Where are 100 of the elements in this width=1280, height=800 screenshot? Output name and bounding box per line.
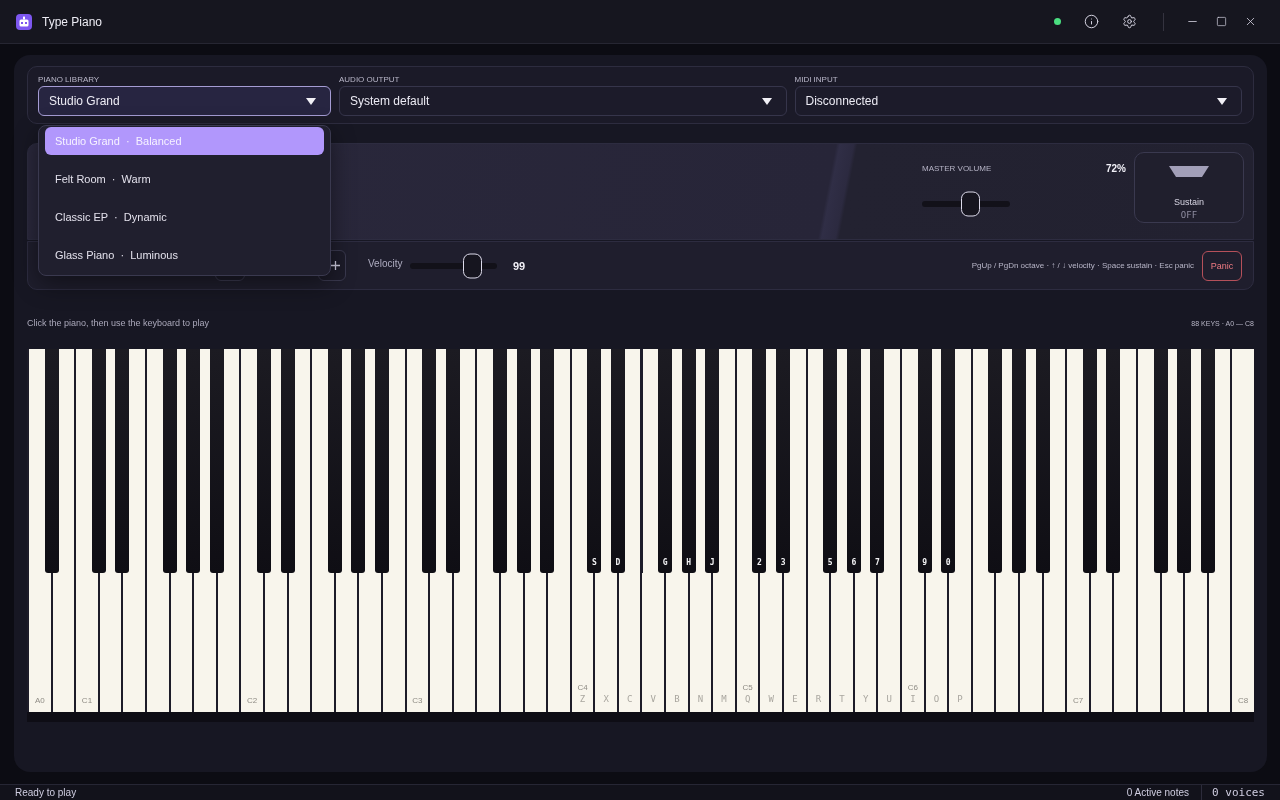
- piano-key[interactable]: [357, 573, 381, 712]
- dropdown-select[interactable]: System default: [339, 86, 787, 116]
- piano-key[interactable]: [192, 573, 216, 712]
- piano-key[interactable]: B: [664, 573, 688, 712]
- sharp-key[interactable]: [1106, 349, 1121, 573]
- sharp-key[interactable]: [351, 349, 366, 573]
- sharp-key[interactable]: 3: [776, 349, 791, 573]
- piano-key[interactable]: M: [711, 573, 735, 712]
- sharp-key[interactable]: [1082, 349, 1097, 573]
- panic-button[interactable]: Panic: [1202, 250, 1242, 281]
- piano-key[interactable]: [428, 573, 452, 712]
- sharp-key[interactable]: [115, 349, 130, 573]
- piano-key[interactable]: C8: [1230, 573, 1254, 712]
- piano-key[interactable]: [380, 573, 405, 712]
- sharp-key[interactable]: [186, 349, 201, 573]
- piano-key[interactable]: C6 I: [900, 573, 924, 712]
- piano-key[interactable]: C4 Z: [569, 573, 594, 712]
- piano-key[interactable]: [522, 573, 547, 712]
- sharp-key[interactable]: [1177, 349, 1192, 573]
- piano-key[interactable]: [451, 573, 476, 712]
- sharp-key[interactable]: [280, 349, 295, 573]
- piano-key[interactable]: W: [758, 573, 783, 712]
- sustain-button[interactable]: Sustain OFF: [1134, 152, 1244, 223]
- slider-thumb[interactable]: [961, 191, 981, 217]
- piano-key[interactable]: P: [947, 573, 971, 712]
- sharp-key[interactable]: [327, 349, 342, 573]
- sharp-key[interactable]: S: [587, 349, 602, 573]
- piano-key[interactable]: [121, 573, 145, 712]
- piano-key[interactable]: [1136, 573, 1160, 712]
- sharp-key[interactable]: [422, 349, 437, 573]
- piano-key[interactable]: N: [687, 573, 712, 712]
- piano-key[interactable]: C3: [404, 573, 429, 712]
- piano-key[interactable]: [1206, 573, 1231, 712]
- menu-item[interactable]: Classic EP · Dynamic: [45, 203, 324, 231]
- piano-key[interactable]: [546, 573, 570, 712]
- piano-key[interactable]: T: [829, 573, 853, 712]
- menu-item[interactable]: Felt Room · Warm: [45, 165, 324, 193]
- piano-key[interactable]: X: [593, 573, 617, 712]
- piano-key[interactable]: C: [616, 573, 641, 712]
- sharp-key[interactable]: [209, 349, 224, 573]
- sharp-key[interactable]: [516, 349, 531, 573]
- slider-thumb[interactable]: [463, 253, 483, 278]
- piano-key[interactable]: [1041, 573, 1066, 712]
- sharp-key[interactable]: G: [658, 349, 673, 573]
- piano-key[interactable]: [310, 573, 334, 712]
- sharp-key[interactable]: [1200, 349, 1215, 573]
- sharp-key[interactable]: [1035, 349, 1050, 573]
- sharp-key[interactable]: [540, 349, 555, 573]
- piano-key[interactable]: E: [782, 573, 806, 712]
- piano-key[interactable]: [475, 573, 499, 712]
- piano-key[interactable]: [498, 573, 523, 712]
- piano-key[interactable]: O: [923, 573, 948, 712]
- app-logo-icon: [16, 13, 32, 30]
- sharp-key[interactable]: J: [705, 349, 720, 573]
- menu-item[interactable]: Glass Piano · Luminous: [45, 241, 324, 269]
- piano-key[interactable]: U: [876, 573, 901, 712]
- piano-key[interactable]: C7: [1065, 573, 1089, 712]
- sharp-key[interactable]: [91, 349, 106, 573]
- piano-key[interactable]: [144, 573, 169, 712]
- sharp-key[interactable]: H: [681, 349, 696, 573]
- piano-key[interactable]: C2: [239, 573, 263, 712]
- sharp-key[interactable]: 2: [752, 349, 767, 573]
- piano-key[interactable]: [262, 573, 287, 712]
- piano-key[interactable]: [286, 573, 311, 712]
- sharp-key[interactable]: 5: [823, 349, 838, 573]
- piano-key[interactable]: [215, 573, 240, 712]
- piano-key[interactable]: [50, 573, 75, 712]
- piano-key[interactable]: [1088, 573, 1113, 712]
- piano-key[interactable]: [97, 573, 122, 712]
- piano-key[interactable]: [1183, 573, 1207, 712]
- piano-key[interactable]: [168, 573, 193, 712]
- piano-key[interactable]: [1112, 573, 1136, 712]
- sharp-key[interactable]: [988, 349, 1003, 573]
- piano-key[interactable]: C1: [74, 573, 98, 712]
- sharp-key[interactable]: [1153, 349, 1168, 573]
- sharp-key[interactable]: [162, 349, 177, 573]
- menu-item[interactable]: Studio Grand · Balanced: [45, 127, 324, 155]
- sharp-key[interactable]: [44, 349, 59, 573]
- piano-key[interactable]: Y: [852, 573, 877, 712]
- sharp-key[interactable]: [1012, 349, 1027, 573]
- sharp-key[interactable]: 6: [846, 349, 861, 573]
- dropdown-select[interactable]: Studio Grand: [38, 86, 331, 116]
- sharp-key[interactable]: [445, 349, 460, 573]
- piano-key[interactable]: A0: [27, 573, 51, 712]
- sharp-key[interactable]: 0: [941, 349, 956, 573]
- piano-key[interactable]: [1018, 573, 1042, 712]
- sharp-key[interactable]: [492, 349, 507, 573]
- dropdown-select[interactable]: Disconnected: [794, 86, 1242, 116]
- sharp-key[interactable]: [256, 349, 271, 573]
- piano-key[interactable]: [1159, 573, 1184, 712]
- sharp-key[interactable]: 7: [870, 349, 885, 573]
- piano-key[interactable]: V: [640, 573, 665, 712]
- piano-key[interactable]: [994, 573, 1019, 712]
- sharp-key[interactable]: 9: [917, 349, 932, 573]
- piano-key[interactable]: [333, 573, 358, 712]
- sharp-key[interactable]: [374, 349, 389, 573]
- piano-key[interactable]: [970, 573, 995, 712]
- sharp-key[interactable]: D: [610, 349, 625, 573]
- piano-key[interactable]: C5 Q: [734, 573, 759, 712]
- piano-key[interactable]: R: [805, 573, 830, 712]
